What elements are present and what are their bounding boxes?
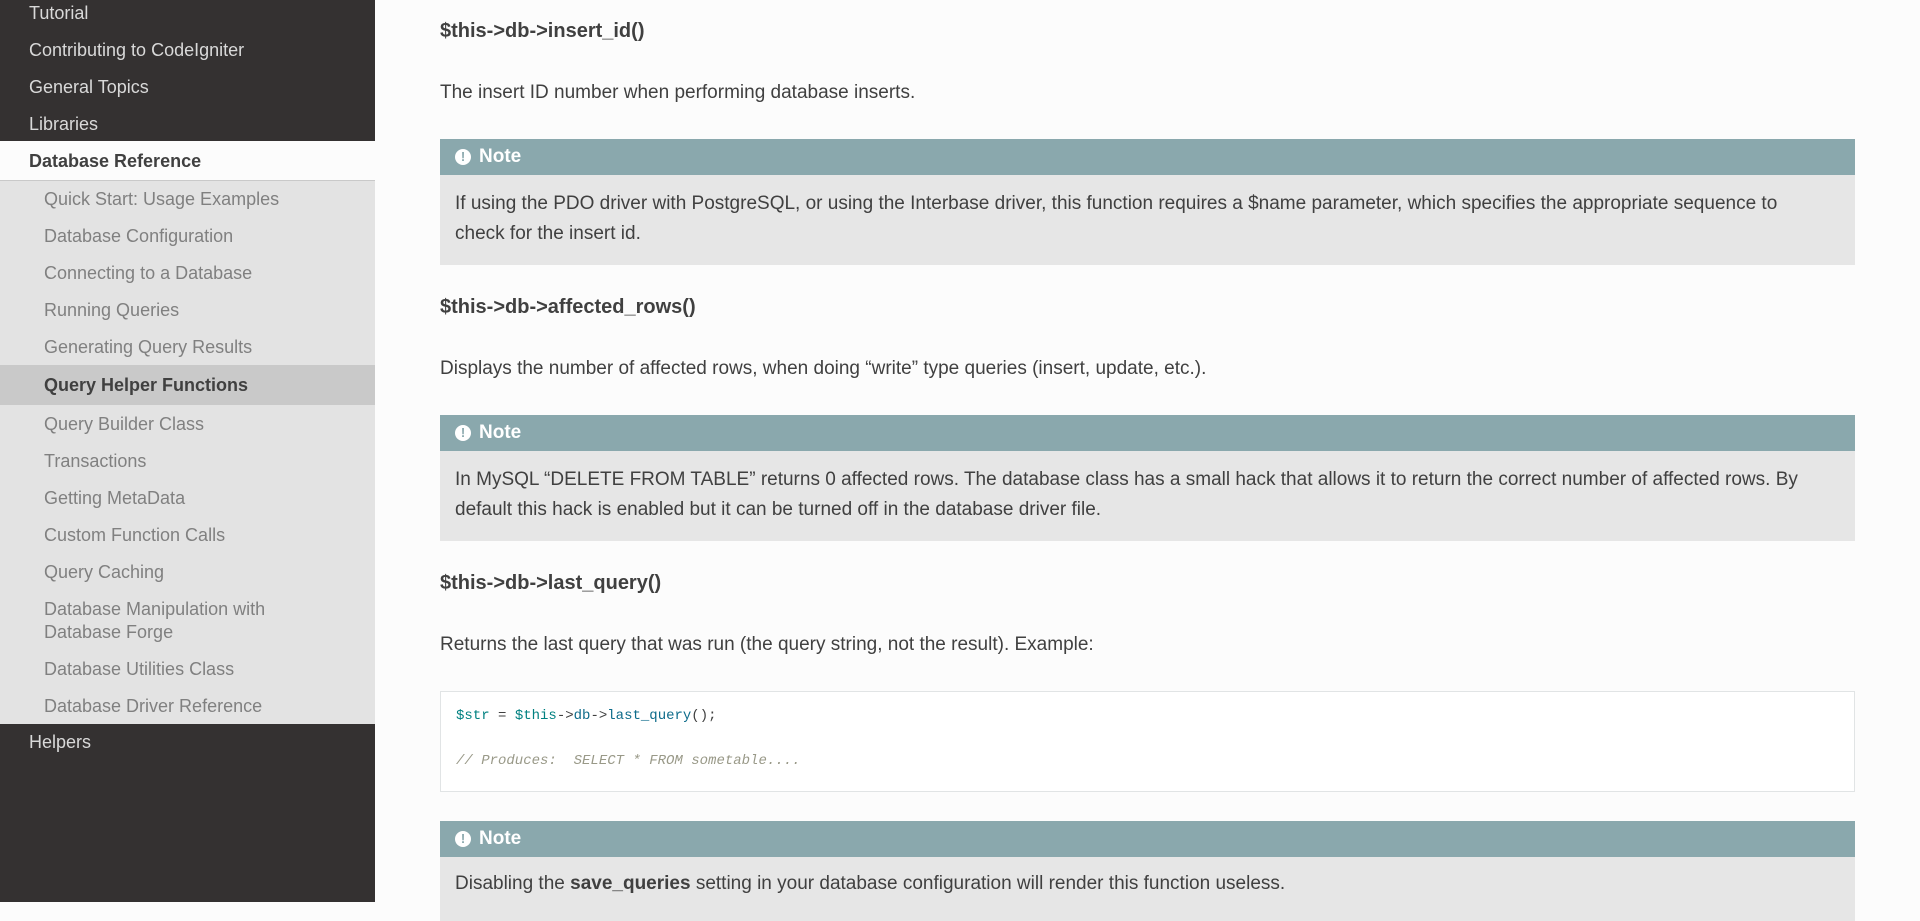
exclamation-icon: ! [455, 425, 471, 441]
code-token: db [573, 708, 591, 724]
note-header: ! Note [440, 415, 1855, 451]
subnav-item-database-forge[interactable]: Database Manipulation with Database Forg… [0, 598, 375, 644]
code-token: = [489, 708, 515, 724]
note-line: default this hack is enabled but it can … [455, 499, 1102, 520]
note-text: Disabling the [455, 873, 571, 894]
subnav-item-transactions[interactable]: Transactions [0, 450, 375, 473]
note-line: In MySQL “DELETE FROM TABLE” returns 0 a… [455, 469, 1798, 490]
note-last-query: ! Note Disabling the save_queries settin… [440, 821, 1855, 921]
note-header: ! Note [440, 821, 1855, 857]
code-token: -> [556, 708, 574, 724]
heading-last-query: $this->db->last_query() [440, 572, 662, 594]
sidebar-nav: Tutorial Contributing to CodeIgniter Gen… [0, 0, 375, 902]
subnav-item-query-results[interactable]: Generating Query Results [0, 336, 375, 359]
subnav-item-database-configuration[interactable]: Database Configuration [0, 225, 375, 248]
subnav-item-query-caching[interactable]: Query Caching [0, 561, 375, 584]
note-header: ! Note [440, 139, 1855, 175]
subnav-item-database-forge-line1: Database Manipulation with [44, 599, 266, 619]
subnav-item-connecting[interactable]: Connecting to a Database [0, 262, 375, 285]
text-insert-id: The insert ID number when performing dat… [440, 82, 916, 103]
note-body: Disabling the save_queries setting in yo… [440, 857, 1855, 914]
note-title: Note [479, 146, 522, 167]
sidebar-item-contributing[interactable]: Contributing to CodeIgniter [0, 37, 244, 74]
code-comment: // Produces: SELECT * FROM sometable.... [456, 753, 801, 769]
subnav-item-custom-function-calls[interactable]: Custom Function Calls [0, 524, 375, 547]
sidebar-item-database-reference[interactable]: Database Reference [0, 141, 375, 181]
code-line: $str = $this->db->last_query(); [456, 708, 717, 724]
note-line: check for the insert id. [455, 223, 641, 244]
code-token: $str [456, 708, 490, 724]
note-body: If using the PDO driver with PostgreSQL,… [440, 175, 1855, 264]
heading-insert-id: $this->db->insert_id() [440, 20, 645, 42]
subnav-item-running-queries[interactable]: Running Queries [0, 299, 375, 322]
subnav-item-query-helper-functions[interactable]: Query Helper Functions [0, 365, 375, 405]
code-block: $str = $this->db->last_query(); // Produ… [440, 691, 1855, 792]
subnav-item-quick-start[interactable]: Quick Start: Usage Examples [0, 188, 375, 211]
heading-affected-rows: $this->db->affected_rows() [440, 296, 696, 318]
sidebar-item-general-topics[interactable]: General Topics [0, 74, 149, 111]
subnav-item-database-utilities[interactable]: Database Utilities Class [0, 658, 375, 681]
note-setting-name: save_queries [570, 873, 691, 894]
code-token: (); [691, 708, 717, 724]
exclamation-icon: ! [455, 149, 471, 165]
note-title: Note [479, 828, 522, 849]
sidebar-item-tutorial[interactable]: Tutorial [0, 0, 88, 37]
code-token: -> [590, 708, 608, 724]
sidebar-subnav: Quick Start: Usage Examples Database Con… [0, 181, 375, 724]
text-last-query: Returns the last query that was run (the… [440, 634, 1094, 655]
note-affected-rows: ! Note In MySQL “DELETE FROM TABLE” retu… [440, 415, 1855, 541]
note-body: In MySQL “DELETE FROM TABLE” returns 0 a… [440, 451, 1855, 540]
note-text: setting in your database configuration w… [690, 873, 1286, 894]
subnav-item-database-forge-line2: Database Forge [44, 622, 174, 642]
subnav-item-metadata[interactable]: Getting MetaData [0, 487, 375, 510]
subnav-item-query-builder[interactable]: Query Builder Class [0, 413, 375, 436]
note-line: If using the PDO driver with PostgreSQL,… [455, 193, 1778, 214]
note-insert-id: ! Note If using the PDO driver with Post… [440, 139, 1855, 265]
text-affected-rows: Displays the number of affected rows, wh… [440, 358, 1207, 379]
code-token: $this [514, 708, 557, 724]
note-title: Note [479, 422, 522, 443]
code-token: last_query [607, 708, 692, 724]
exclamation-icon: ! [455, 831, 471, 847]
subnav-item-driver-reference[interactable]: Database Driver Reference [0, 695, 375, 718]
sidebar-item-helpers[interactable]: Helpers [29, 732, 91, 753]
